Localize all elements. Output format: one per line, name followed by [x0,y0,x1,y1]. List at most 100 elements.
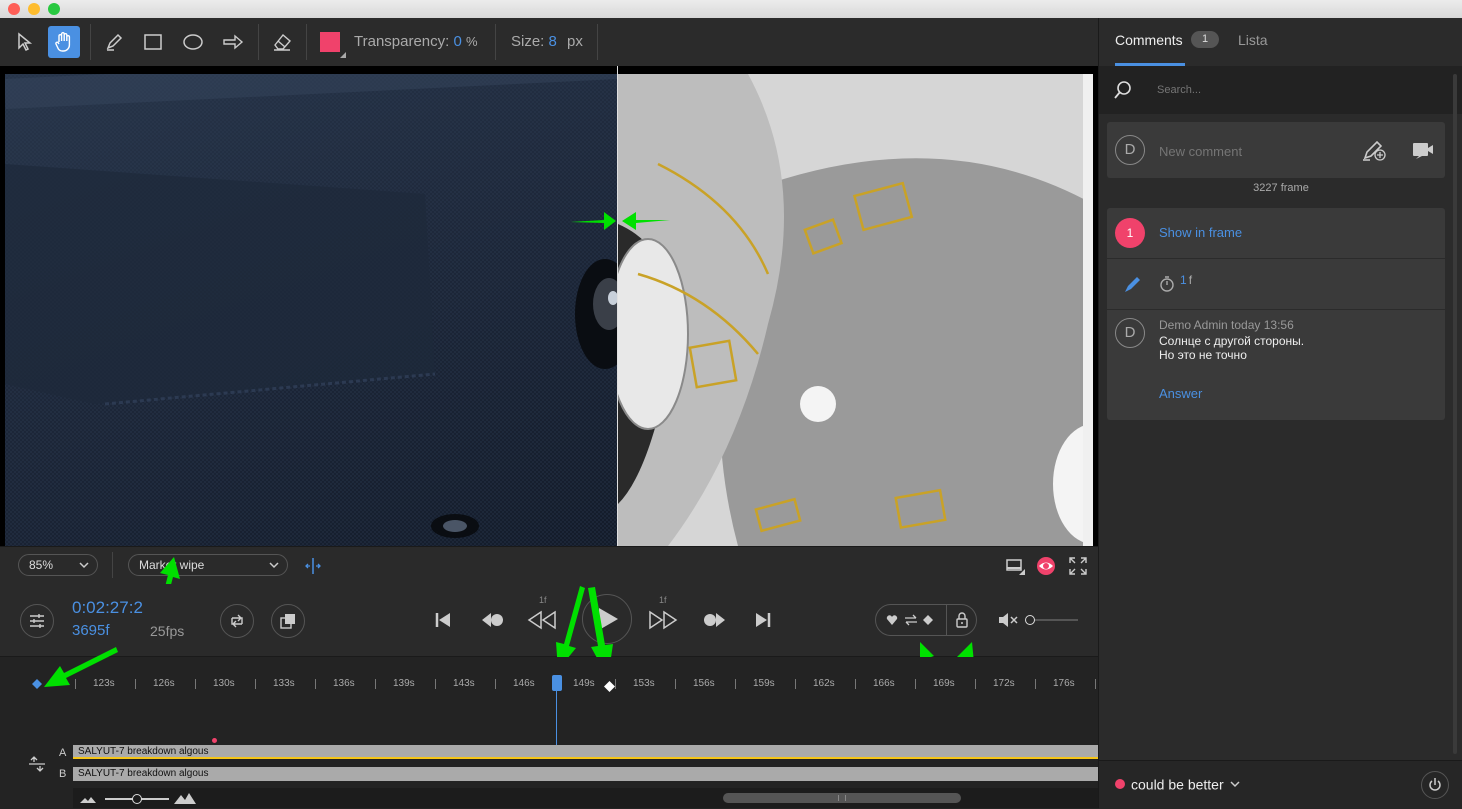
ruler-tick [135,679,136,689]
comments-sidebar: Comments 1 Lista D 3227 frame 1 Show in … [1098,18,1462,809]
thread-number-badge: 1 [1115,218,1145,248]
draw-annotation-icon[interactable] [1361,138,1387,162]
ruler-label: 166s [873,678,895,689]
select-tool-button[interactable] [9,26,41,58]
transparency-value[interactable]: 0 [454,33,462,50]
toolbar-divider [306,24,307,60]
frame-label: 3227 frame [1253,182,1309,194]
ruler-label: 143s [453,678,475,689]
comments-count-badge: 1 [1191,31,1219,48]
eraser-tool-button[interactable] [266,26,298,58]
size-value[interactable]: 8 [549,33,557,50]
loop-button[interactable] [220,604,254,638]
skip-to-end-icon[interactable] [754,611,772,629]
size-control[interactable]: Size: 8 px [511,33,583,50]
fps-label: 25fps [150,623,185,639]
timecode[interactable]: 0:02:27:2 [72,598,143,618]
step-forward-label: 1f [659,595,667,605]
ruler-tick [615,679,616,689]
tab-list[interactable]: Lista [1238,32,1268,48]
annotation-arrow [44,647,118,687]
ruler-tick [855,679,856,689]
rectangle-tool-button[interactable] [137,26,169,58]
volume-knob[interactable] [1025,615,1035,625]
transparency-control[interactable]: Transparency: 0 % [354,33,478,50]
toolbar-divider [495,24,496,60]
ruler-label: 159s [753,678,775,689]
power-button[interactable] [1421,771,1449,799]
marker-icon [106,33,123,51]
track-b-name: SALYUT-7 breakdown algous [78,768,209,779]
comment-marker-diamond-icon[interactable] [604,681,615,692]
mute-icon[interactable] [997,611,1019,629]
timeline-zoom-slider[interactable] [105,794,169,804]
timeline-zoom-knob[interactable] [132,794,142,804]
heart-icon[interactable] [886,614,898,626]
timeline[interactable]: 123s 126s 130s 133s 136s 139s 143s 146s 149s 153s… [0,647,1098,808]
ruler-label: 133s [273,678,295,689]
video-comment-icon[interactable] [1411,140,1435,160]
eye-icon[interactable] [1036,556,1056,576]
wipe-divider-handle[interactable] [617,66,618,546]
ruler-tick [795,679,796,689]
video-viewer[interactable] [0,66,1098,546]
eraser-icon [274,33,291,51]
swap-icon[interactable] [904,614,918,626]
comment-text-line2: Но это не точно [1159,348,1247,362]
volume-slider[interactable] [1025,615,1078,625]
toolbar-divider [597,24,598,60]
video-frame-b [618,74,1093,546]
close-window-button[interactable] [8,3,20,15]
swap-tracks-icon[interactable] [28,755,46,773]
minimize-window-button[interactable] [28,3,40,15]
adjust-button[interactable] [20,604,54,638]
ruler-tick [915,679,916,689]
ruler-tick [735,679,736,689]
status-select[interactable]: could be better [1115,775,1240,792]
skip-to-start-icon[interactable] [434,611,452,629]
ellipse-icon [183,34,203,50]
arrow-tool-button[interactable] [217,26,249,58]
divider [946,605,947,635]
duplicate-button[interactable] [271,604,305,638]
fullscreen-icon[interactable] [1069,557,1087,575]
next-marker-icon[interactable] [703,611,727,629]
comment-dot[interactable] [212,738,217,743]
zoom-value: 85% [29,558,54,572]
size-label: Size: [511,33,545,50]
color-swatch[interactable] [320,32,340,52]
horizontal-scrollbar[interactable] [723,793,961,803]
previous-marker-icon[interactable] [480,611,504,629]
ruler-label: 149s [573,678,595,689]
wipe-split-icon[interactable] [304,557,322,575]
status-dot [1115,779,1125,790]
new-comment-input[interactable] [1157,140,1341,162]
tab-comments[interactable]: Comments [1115,18,1185,66]
ruler-label: 169s [933,678,955,689]
display-mode-icon[interactable] [1005,557,1025,575]
hand-tool-button[interactable] [48,26,80,58]
zoom-window-button[interactable] [48,3,60,15]
video-frame-a [4,66,635,546]
frame-number[interactable]: 3695f [72,622,110,639]
answer-link[interactable]: Answer [1159,386,1202,401]
duration-unit: f [1188,273,1193,287]
track-a[interactable]: SALYUT-7 breakdown algous [73,745,1098,759]
timeline-ruler[interactable]: 123s 126s 130s 133s 136s 139s 143s 146s 149s 153s… [0,657,1098,697]
annotation-row: 1f [1107,259,1445,310]
sidebar-scrollbar[interactable] [1453,74,1457,754]
zoom-select[interactable]: 85% [18,554,98,576]
step-forward-icon[interactable] [648,610,678,630]
ruler-tick [975,679,976,689]
ellipse-tool-button[interactable] [177,26,209,58]
show-in-frame-link[interactable]: Show in frame [1159,225,1242,240]
playhead[interactable] [552,675,562,691]
diamond-icon[interactable] [922,614,934,626]
marker-tool-button[interactable] [98,26,130,58]
lock-icon[interactable] [955,612,969,628]
track-b[interactable]: SALYUT-7 breakdown algous [73,767,1098,781]
ruler-label: 136s [333,678,355,689]
zoom-out-mountain-icon[interactable] [79,794,97,804]
zoom-in-mountain-icon[interactable] [173,791,197,805]
search-input[interactable] [1155,78,1439,102]
